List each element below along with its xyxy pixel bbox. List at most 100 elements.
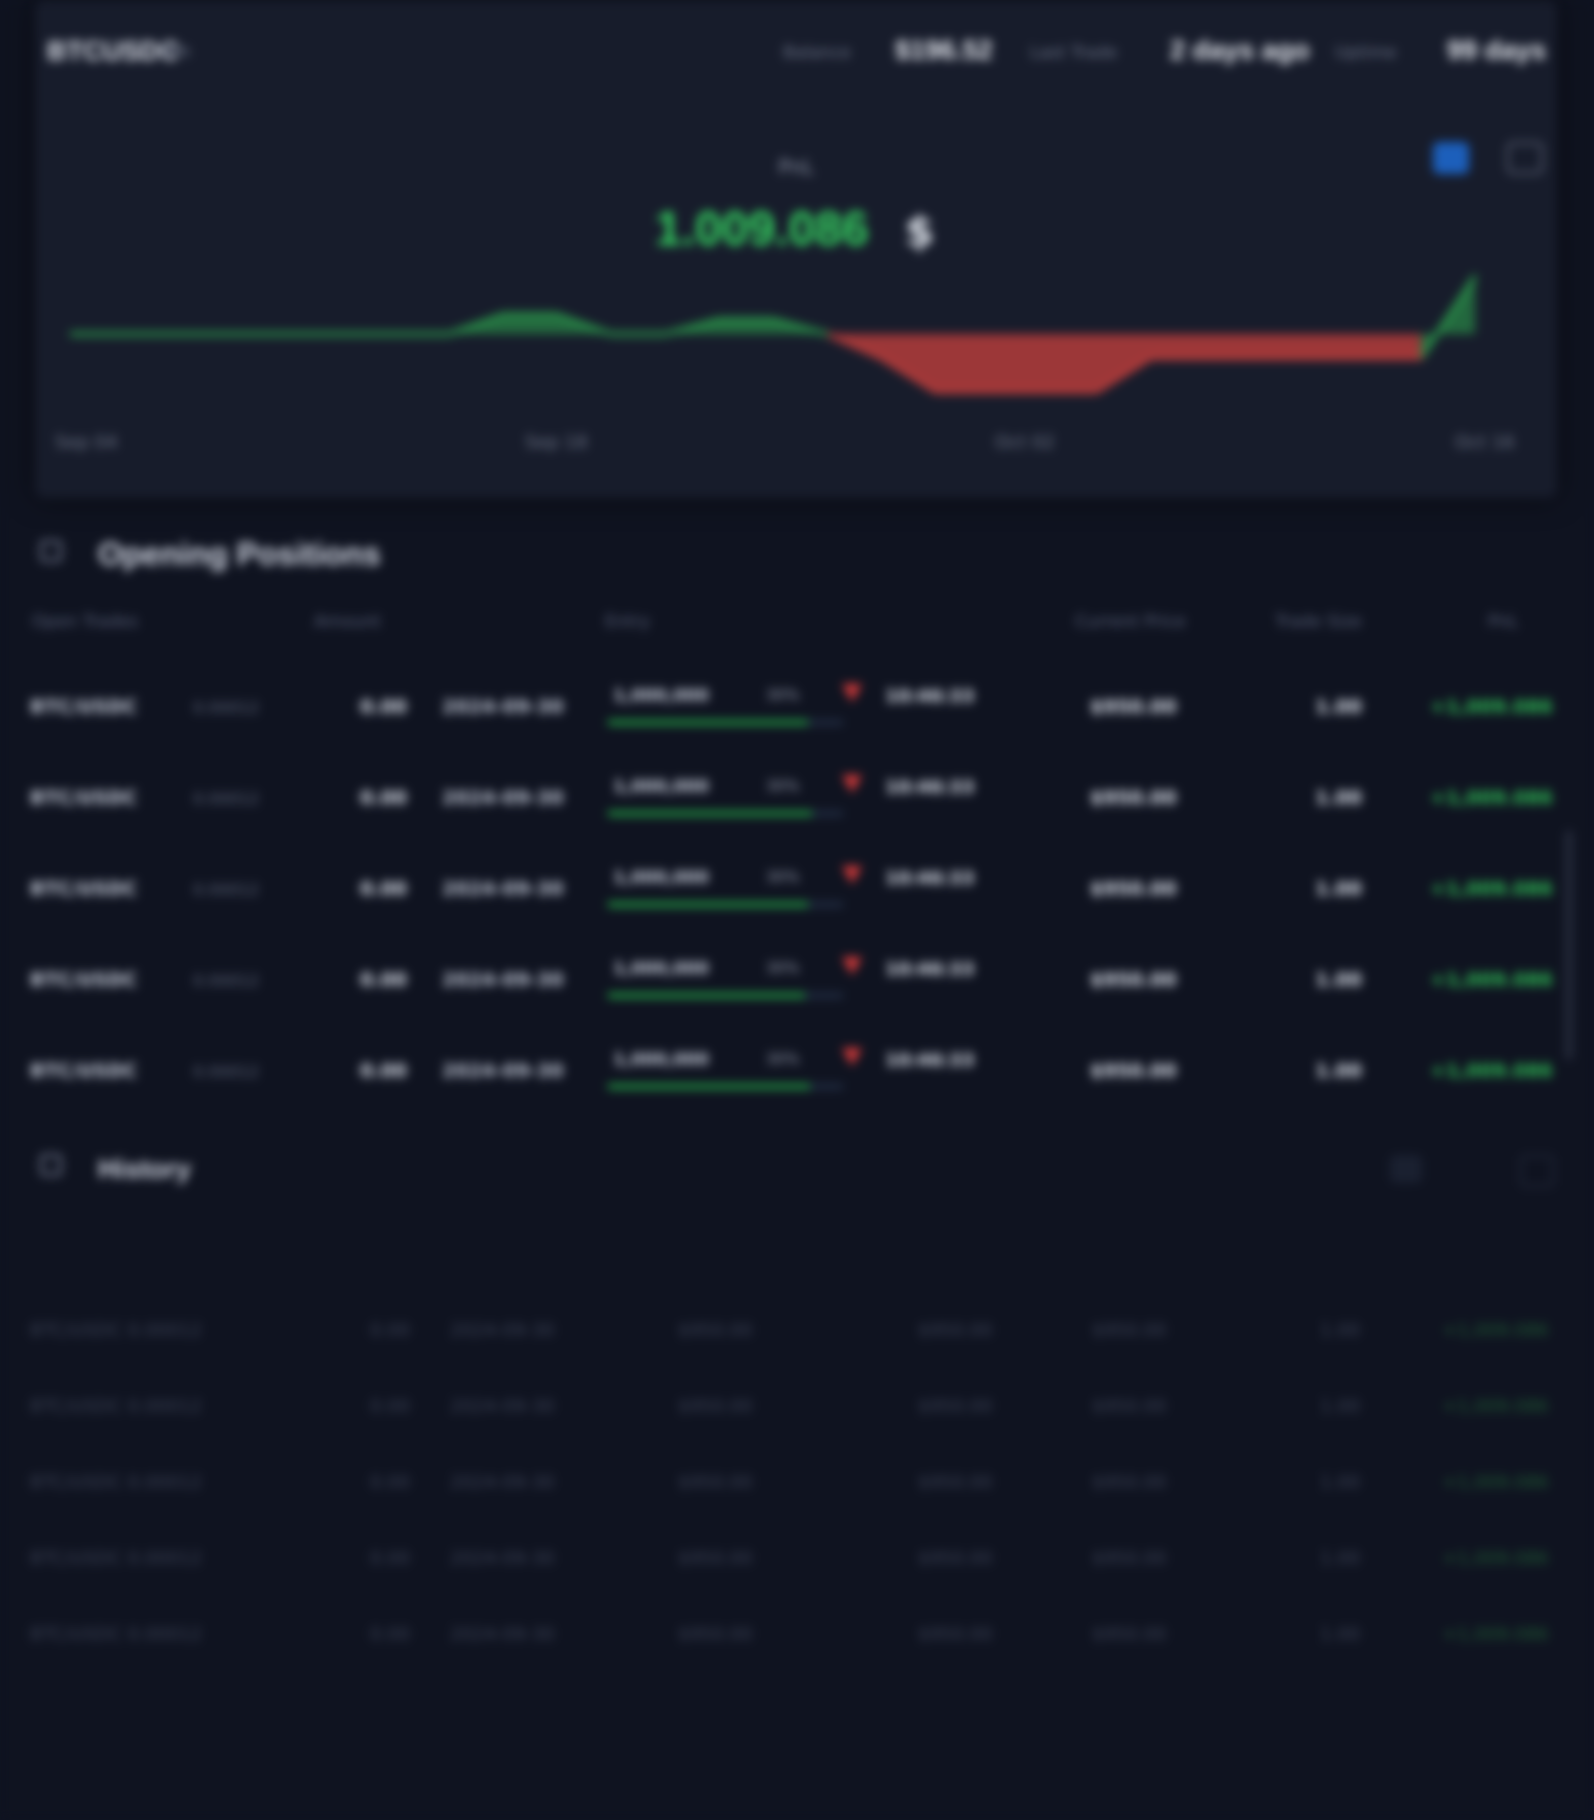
timeframe-tag[interactable]: 5m (161, 41, 190, 62)
entry-time: 10:46:33 (885, 959, 975, 980)
col-header-current-price[interactable]: Current Price (1075, 612, 1186, 632)
history-exit: $950.00 (918, 1472, 993, 1493)
history-pnl: +1,009.086 (1442, 1472, 1549, 1493)
progress-fill (608, 1084, 811, 1089)
entry-percent: 30% (766, 777, 800, 795)
price-marker-icon (842, 684, 862, 702)
history-exit: $950.00 (918, 1624, 993, 1645)
progress-track (608, 811, 843, 816)
col-header-amount[interactable]: Amount (314, 612, 381, 632)
entry-time: 10:46:33 (885, 686, 975, 707)
x-tick-label: Oct 02 (995, 432, 1055, 453)
table-row[interactable]: BTC/USDC 0.00012 0.00 2024-09-30 1,000,000 30… (30, 761, 1570, 851)
history-qty: 0.00 (370, 1396, 411, 1417)
chart-point (1257, 356, 1261, 360)
chart-point (879, 356, 883, 360)
history-name: BTC/USDC 0.00012 (30, 1472, 203, 1493)
history-row[interactable]: BTC/USDC 0.00012 0.00 2024-09-30 $950.00 $95… (30, 1524, 1550, 1600)
table-scrollbar[interactable] (1565, 830, 1573, 1060)
entry-time: 10:46:33 (885, 868, 975, 889)
chart-point (555, 313, 559, 317)
current-price: $950.00 (1090, 696, 1177, 718)
history-date: 2024-09-30 (450, 1548, 555, 1569)
history-name: BTC/USDC 0.00012 (30, 1320, 203, 1341)
chart-point (1419, 356, 1423, 360)
trade-pnl: +1,009.086 (1430, 787, 1553, 809)
pnl-chart: PnL 1.009.086 $ Sep 04 Sep 18 Oct 02 Oct… (35, 120, 1557, 470)
table-row[interactable]: BTC/USDC 0.00012 0.00 2024-09-30 1,000,000 30… (30, 670, 1570, 760)
balance-value: $196.52 (895, 35, 993, 65)
history-date: 2024-09-30 (450, 1396, 555, 1417)
pair-title: BTCUSDC (47, 36, 179, 66)
history-entry: $950.00 (678, 1624, 753, 1645)
chart-point (663, 332, 667, 336)
chart-point (285, 332, 289, 336)
app-root: BTCUSDC 5m Balance $196.52 Last Trade 2 … (0, 0, 1594, 1820)
history-exit: $950.00 (918, 1396, 993, 1417)
trade-amount-sub: 0.00012 (193, 698, 260, 717)
price-marker-icon (842, 866, 862, 884)
history-size: 1.00 (1320, 1396, 1361, 1417)
current-price: $950.00 (1090, 787, 1177, 809)
history-size: 1.00 (1320, 1320, 1361, 1341)
history-name: BTC/USDC 0.00012 (30, 1396, 203, 1417)
trade-amount-sub: 0.00012 (193, 880, 260, 899)
history-entry: $950.00 (678, 1396, 753, 1417)
chart-point (69, 332, 73, 336)
history-filter-button[interactable] (1390, 1155, 1422, 1183)
uptime-value: 99 days (1447, 35, 1547, 65)
trade-pnl: +1,009.086 (1430, 969, 1553, 991)
history-exit: $950.00 (918, 1320, 993, 1341)
progress-fill (608, 902, 808, 907)
chart-point (339, 332, 343, 336)
history-title: History (98, 1154, 192, 1184)
entry-percent: 30% (766, 959, 800, 977)
col-header-open-trades[interactable]: Open Trades (32, 612, 138, 632)
progress-fill (608, 993, 806, 998)
chart-point (177, 332, 181, 336)
chart-point (1473, 274, 1477, 278)
positions-icon (40, 540, 62, 562)
chart-area-segment (989, 334, 1043, 392)
trade-qty: 0.00 (360, 969, 407, 991)
chart-area-segment (503, 314, 557, 334)
chart-area-segment (1043, 334, 1097, 392)
history-row[interactable]: BTC/USDC 0.00012 0.00 2024-09-30 $950.00 $95… (30, 1600, 1550, 1676)
table-row[interactable]: BTC/USDC 0.00012 0.00 2024-09-30 1,000,000 30… (30, 852, 1570, 942)
history-qty: 0.00 (370, 1548, 411, 1569)
history-price: $950.00 (1092, 1472, 1167, 1493)
history-row[interactable]: BTC/USDC 0.00012 0.00 2024-09-30 $950.00 $95… (30, 1372, 1550, 1448)
entry-percent: 30% (766, 686, 800, 704)
chart-point (609, 332, 613, 336)
chart-point (717, 318, 721, 322)
uptime-label: Uptime (1335, 43, 1397, 63)
chart-point (1311, 356, 1315, 360)
col-header-entry[interactable]: Entry (605, 612, 650, 632)
trade-date: 2024-09-30 (442, 696, 564, 718)
current-price: $950.00 (1090, 969, 1177, 991)
col-header-trade-size[interactable]: Trade Size (1275, 612, 1362, 632)
chart-point (447, 332, 451, 336)
x-tick-label: Oct 16 (1455, 432, 1515, 453)
last-trade-value: 2 days ago (1170, 35, 1310, 65)
trade-date: 2024-09-30 (442, 787, 564, 809)
history-row[interactable]: BTC/USDC 0.00012 0.00 2024-09-30 $950.00 $95… (30, 1296, 1550, 1372)
col-header-pnl[interactable]: PnL (1488, 612, 1518, 632)
entry-percent: 30% (766, 868, 800, 886)
chart-point (1095, 390, 1099, 394)
history-qty: 0.00 (370, 1472, 411, 1493)
chart-area-segment (935, 334, 989, 392)
table-row[interactable]: BTC/USDC 0.00012 0.00 2024-09-30 1,000,000 30… (30, 943, 1570, 1033)
history-price: $950.00 (1092, 1548, 1167, 1569)
progress-track (608, 993, 843, 998)
history-row[interactable]: BTC/USDC 0.00012 0.00 2024-09-30 $950.00 $95… (30, 1448, 1550, 1524)
table-row[interactable]: BTC/USDC 0.00012 0.00 2024-09-30 1,000,000 30… (30, 1034, 1570, 1124)
progress-track (608, 902, 843, 907)
chart-point (771, 318, 775, 322)
x-tick-label: Sep 04 (55, 432, 118, 453)
history-size: 1.00 (1320, 1548, 1361, 1569)
trade-amount-sub: 0.00012 (193, 1062, 260, 1081)
trade-size: 1.00 (1315, 787, 1362, 809)
chart-point (1203, 356, 1207, 360)
history-export-button[interactable] (1520, 1155, 1554, 1187)
